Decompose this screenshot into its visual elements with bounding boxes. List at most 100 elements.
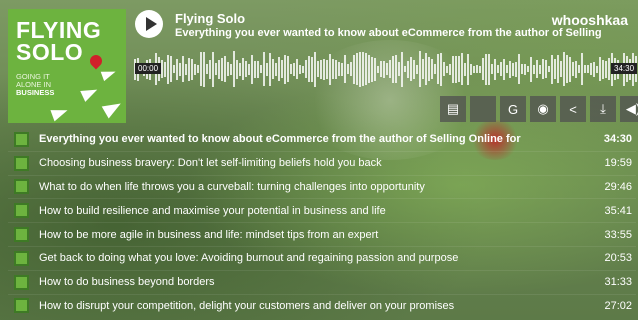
waveform-bar <box>602 59 604 79</box>
waveform-bar <box>278 57 280 81</box>
waveform-bar <box>479 65 481 73</box>
waveform-bar <box>176 58 178 80</box>
waveform-bar <box>188 57 190 81</box>
episode-row[interactable]: Choosing business bravery: Don't let sel… <box>8 150 636 175</box>
episode-duration: 27:02 <box>604 299 632 312</box>
waveform-bar <box>485 53 487 85</box>
waveform-bar <box>272 59 274 79</box>
transcript-icon[interactable]: ▤ <box>440 96 466 122</box>
waveform-bar <box>374 57 376 81</box>
waveform-bar <box>410 57 412 81</box>
waveform-bar <box>242 58 244 80</box>
spotify-icon[interactable]: ◉ <box>530 96 556 122</box>
episode-thumbnail <box>14 203 29 219</box>
waveform-bar <box>416 64 418 74</box>
episode-thumbnail <box>14 131 29 147</box>
waveform-bar <box>344 55 346 83</box>
waveform-bar <box>413 59 415 79</box>
waveform-bar <box>434 64 436 74</box>
waveform-bar <box>494 58 496 80</box>
google-podcasts-icon[interactable]: G <box>500 96 526 122</box>
waveform-bar <box>560 61 562 77</box>
episode-row[interactable]: Get back to doing what you love: Avoidin… <box>8 245 636 270</box>
episode-thumbnail <box>14 274 29 290</box>
waveform-bar <box>566 55 568 83</box>
episode-row[interactable]: How to do business beyond borders 31:33 <box>8 269 636 294</box>
episode-row[interactable]: How to build resilience and maximise you… <box>8 198 636 222</box>
episode-row[interactable]: What to do when life throws you a curveb… <box>8 174 636 199</box>
episode-thumbnail <box>14 155 29 171</box>
waveform-bar <box>290 64 292 74</box>
waveform-bar <box>452 55 454 83</box>
waveform-bar <box>230 63 232 75</box>
waveform-bar <box>338 62 340 76</box>
volume-icon[interactable]: ◀) <box>620 96 638 122</box>
waveform-bar <box>173 65 175 73</box>
waveform-bar <box>569 56 571 82</box>
waveform-bar <box>509 60 511 78</box>
waveform-bar <box>488 53 490 85</box>
share-icon[interactable]: < <box>560 96 586 122</box>
waveform-bar <box>341 62 343 76</box>
episode-duration: 20:53 <box>604 252 632 265</box>
waveform-bar <box>323 58 325 80</box>
waveform-bar <box>524 63 526 75</box>
waveform-bar <box>584 65 586 73</box>
pin-icon <box>87 52 105 70</box>
waveform-bar <box>431 59 433 79</box>
waveform-bar <box>548 66 550 72</box>
waveform-bar <box>443 62 445 76</box>
waveform-bar <box>185 63 187 75</box>
waveform-bar <box>440 52 442 86</box>
episode-title: Everything you ever wanted to know about… <box>175 27 602 39</box>
action-toolbar: ▤ G◉<⤓◀) <box>440 96 638 122</box>
waveform-bar <box>167 54 169 84</box>
episode-row[interactable]: How to be more agile in business and lif… <box>8 222 636 246</box>
waveform-bar <box>200 52 202 86</box>
episode-title: Choosing business bravery: Don't let sel… <box>39 157 382 170</box>
apple-podcasts-icon[interactable] <box>470 96 496 122</box>
waveform-bar <box>437 54 439 84</box>
waveform-bar <box>362 52 364 86</box>
waveform-bar <box>392 55 394 83</box>
paper-plane-icon <box>101 97 125 119</box>
waveform-bar <box>320 59 322 79</box>
waveform-bar <box>386 63 388 75</box>
episode-duration: 29:46 <box>604 180 632 193</box>
play-button[interactable] <box>135 10 163 38</box>
download-icon[interactable]: ⤓ <box>590 96 616 122</box>
waveform-bar <box>299 64 301 74</box>
episode-duration: 31:33 <box>604 276 632 289</box>
total-duration: 34:30 <box>611 63 638 74</box>
waveform-bar <box>515 61 517 77</box>
waveform-bar <box>227 62 229 76</box>
waveform-bar <box>575 60 577 78</box>
podcast-player: FLYING SOLO GOING IT ALONE IN BUSINESS F… <box>0 0 638 320</box>
waveform-seekbar[interactable] <box>134 47 638 91</box>
waveform-bar <box>563 52 565 86</box>
waveform-bar <box>383 60 385 78</box>
waveform-bar <box>512 62 514 76</box>
waveform-bar <box>395 55 397 83</box>
waveform-bar <box>533 64 535 74</box>
waveform-bar <box>356 53 358 85</box>
waveform-bar <box>215 63 217 75</box>
waveform-bar <box>446 65 448 73</box>
waveform-bar <box>221 57 223 81</box>
episode-title: What to do when life throws you a curveb… <box>39 180 425 193</box>
waveform-bar <box>527 66 529 72</box>
waveform-bar <box>161 60 163 78</box>
waveform-bar <box>500 62 502 76</box>
episode-row[interactable]: Everything you ever wanted to know about… <box>8 128 636 151</box>
waveform-bar <box>593 61 595 77</box>
waveform-bar <box>572 62 574 76</box>
waveform-bar <box>212 51 214 87</box>
waveform-bar <box>281 60 283 78</box>
waveform-bar <box>350 62 352 76</box>
waveform-bar <box>476 65 478 73</box>
waveform-bar <box>467 53 469 85</box>
waveform-bar <box>554 59 556 79</box>
brand-logo[interactable]: whooshkaa <box>552 12 628 28</box>
waveform-bar <box>404 66 406 72</box>
episode-row[interactable]: How to disrupt your competition, delight… <box>8 293 636 318</box>
